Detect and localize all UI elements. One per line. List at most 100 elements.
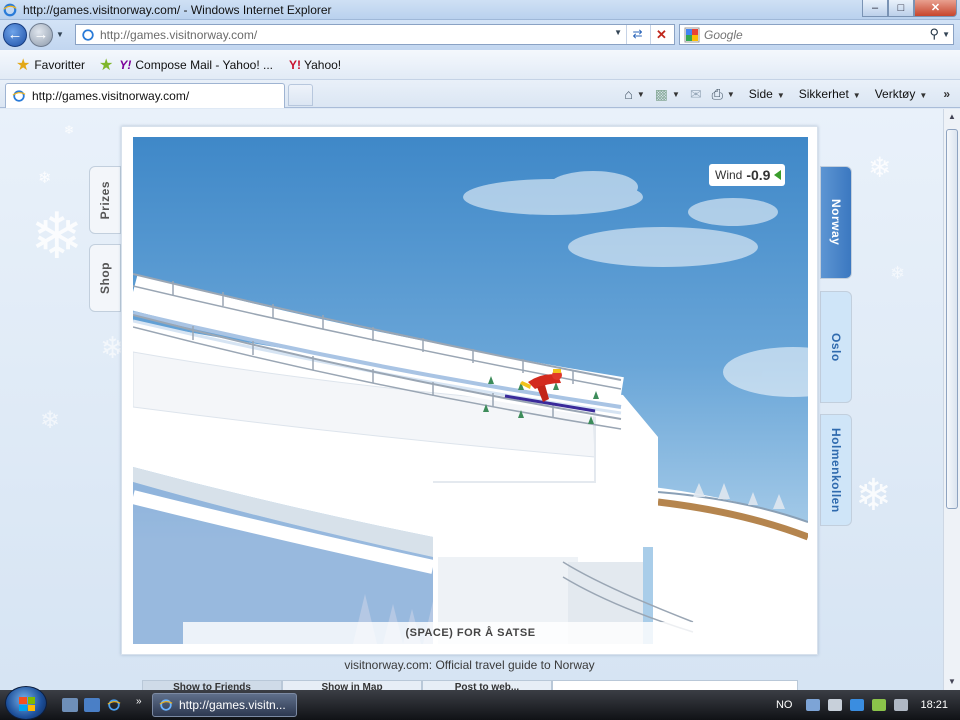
start-button[interactable] <box>5 686 47 720</box>
fav-link-yahoo[interactable]: Y! Yahoo! <box>289 58 341 72</box>
scroll-down-icon[interactable]: ▼ <box>944 674 960 690</box>
navigation-bar: ← → ▼ ▼ ⇄ ✕ ⚲ ▼ <box>0 20 960 50</box>
game-frame: Wind -0.9 (SPACE) FOR Å SATSE <box>121 126 818 655</box>
tab-shop-label: Shop <box>98 262 112 294</box>
show-desktop-icon[interactable] <box>62 698 78 712</box>
more-commands-icon[interactable]: » <box>943 87 950 101</box>
history-dropdown-icon[interactable]: ▼ <box>56 30 64 39</box>
quicklaunch-more-icon[interactable]: » <box>136 696 142 707</box>
instruction-text: (SPACE) FOR Å SATSE <box>183 622 758 644</box>
command-bar: ⌂ ▼ ▩ ▼ ✉ ⎙ ▼ Side ▼ Sikkerhet ▼ Verktøy ▼ » <box>614 84 950 104</box>
print-dropdown-icon[interactable]: ▼ <box>727 90 735 99</box>
bottom-tabs: Show to Friends Show in Map Post to web.… <box>142 680 798 690</box>
feeds-dropdown-icon[interactable]: ▼ <box>672 90 680 99</box>
favorites-bar: ★ Favoritter ★ Y! Compose Mail - Yahoo! … <box>0 50 960 80</box>
volume-icon[interactable] <box>828 699 843 711</box>
ie-quicklaunch-icon[interactable] <box>106 698 122 712</box>
tab-label: http://games.visitnorway.com/ <box>32 89 190 103</box>
tab-norway[interactable]: Norway <box>820 166 852 279</box>
site-tagline: visitnorway.com: Official travel guide t… <box>344 658 595 672</box>
tab-prizes[interactable]: Prizes <box>89 166 121 234</box>
tab-show-in-map[interactable]: Show in Map <box>282 680 422 690</box>
maximize-button[interactable]: □ <box>888 0 914 17</box>
messenger-icon[interactable] <box>850 699 865 711</box>
scroll-thumb[interactable] <box>946 129 958 509</box>
page-menu[interactable]: Side ▼ <box>749 87 785 101</box>
new-tab-button[interactable] <box>288 84 313 106</box>
language-indicator[interactable]: NO <box>776 699 793 711</box>
ie-icon <box>3 3 17 16</box>
feeds-icon[interactable]: ▩ <box>655 86 668 103</box>
tools-menu-label: Verktøy <box>874 87 916 101</box>
ie-icon <box>159 699 173 711</box>
safety-menu[interactable]: Sikkerhet ▼ <box>799 87 861 101</box>
taskbar-item-ie[interactable]: http://games.visitn... <box>152 693 297 717</box>
bottom-tab-label: Show to Friends <box>173 682 251 690</box>
window-title: http://games.visitnorway.com/ - Windows … <box>23 2 332 17</box>
tab-oslo[interactable]: Oslo <box>820 291 852 403</box>
back-button[interactable]: ← <box>3 23 27 47</box>
bottom-tab-spacer <box>552 680 798 690</box>
scroll-up-icon[interactable]: ▲ <box>944 109 960 125</box>
ski-jump-game[interactable]: Wind -0.9 (SPACE) FOR Å SATSE <box>133 137 808 644</box>
forward-arrow-icon: → <box>33 26 49 43</box>
snowflake-icon: ❄ <box>38 170 52 187</box>
network-icon[interactable] <box>806 699 821 711</box>
forward-button[interactable]: → <box>29 23 53 47</box>
tab-oslo-label: Oslo <box>829 332 843 362</box>
yahoo-icon: Y! <box>289 57 301 72</box>
wind-arrow-icon <box>774 170 782 180</box>
tab-shop[interactable]: Shop <box>89 244 121 312</box>
home-dropdown-icon[interactable]: ▼ <box>637 90 645 99</box>
search-input[interactable] <box>704 27 914 42</box>
refresh-button[interactable]: ⇄ <box>626 25 648 44</box>
switch-windows-icon[interactable] <box>84 698 100 712</box>
tab-holmenkollen[interactable]: Holmenkollen <box>820 414 852 526</box>
address-dropdown-icon[interactable]: ▼ <box>614 28 622 37</box>
system-tray: NO 18:21 <box>776 690 960 720</box>
title-bar: http://games.visitnorway.com/ - Windows … <box>0 0 960 20</box>
vertical-scrollbar[interactable]: ▲ ▼ <box>943 109 960 690</box>
windows-logo-icon <box>19 697 35 711</box>
home-icon[interactable]: ⌂ <box>624 86 632 102</box>
stop-button[interactable]: ✕ <box>650 25 672 44</box>
safely-remove-icon[interactable] <box>894 699 909 711</box>
snowflake-icon: ❄ <box>855 471 892 520</box>
tab-show-to-friends[interactable]: Show to Friends <box>142 680 282 690</box>
sync-icon[interactable] <box>872 699 887 711</box>
search-box[interactable]: ⚲ ▼ <box>679 24 954 45</box>
close-button[interactable]: ✕ <box>914 0 957 17</box>
tools-menu[interactable]: Verktøy ▼ <box>875 87 928 101</box>
address-bar[interactable]: ▼ ⇄ ✕ <box>75 24 675 45</box>
taskbar: » http://games.visitn... NO 18:21 <box>0 686 960 720</box>
search-dropdown-icon[interactable]: ▼ <box>942 30 950 39</box>
snowflake-icon: ❄ <box>890 263 906 283</box>
fav-link-compose-mail[interactable]: Y! Compose Mail - Yahoo! ... <box>119 58 273 72</box>
bottom-tab-label: Show in Map <box>321 682 383 690</box>
snowflake-icon: ❄ <box>64 123 75 137</box>
address-input[interactable] <box>100 27 600 42</box>
snowflake-icon: ❄ <box>868 152 892 183</box>
search-icon[interactable]: ⚲ <box>929 26 939 42</box>
favorites-label: Favoritter <box>34 57 86 72</box>
clock[interactable]: 18:21 <box>920 699 948 711</box>
favorites-button[interactable]: ★ Favoritter <box>16 55 85 75</box>
bottom-tab-label: Post to web... <box>454 682 520 690</box>
minimize-button[interactable]: – <box>862 0 888 17</box>
add-favorite-button[interactable]: ★ <box>99 55 119 75</box>
back-arrow-icon: ← <box>7 26 23 43</box>
snowflake-icon: ❄ <box>40 407 61 434</box>
chevron-down-icon: ▼ <box>852 91 861 100</box>
safety-menu-label: Sikkerhet <box>798 87 849 101</box>
print-icon[interactable]: ⎙ <box>712 86 723 103</box>
tab-post-to-web[interactable]: Post to web... <box>422 680 552 690</box>
mail-icon[interactable]: ✉ <box>690 86 702 103</box>
taskbar-item-label: http://games.visitn... <box>179 698 286 712</box>
tab-holmenkollen-label: Holmenkollen <box>829 427 843 513</box>
wind-indicator: Wind -0.9 <box>709 164 785 186</box>
tab-active[interactable]: http://games.visitnorway.com/ <box>5 83 285 108</box>
yahoo-mail-icon: Y! <box>119 57 132 72</box>
fav-link-label: Yahoo! <box>304 57 342 72</box>
page-viewport: ❄ ❄ ❄ ❄ ❄ ❄ ❄ ❄ Prizes Shop Norway Oslo … <box>0 109 943 690</box>
chevron-down-icon: ▼ <box>919 91 928 100</box>
